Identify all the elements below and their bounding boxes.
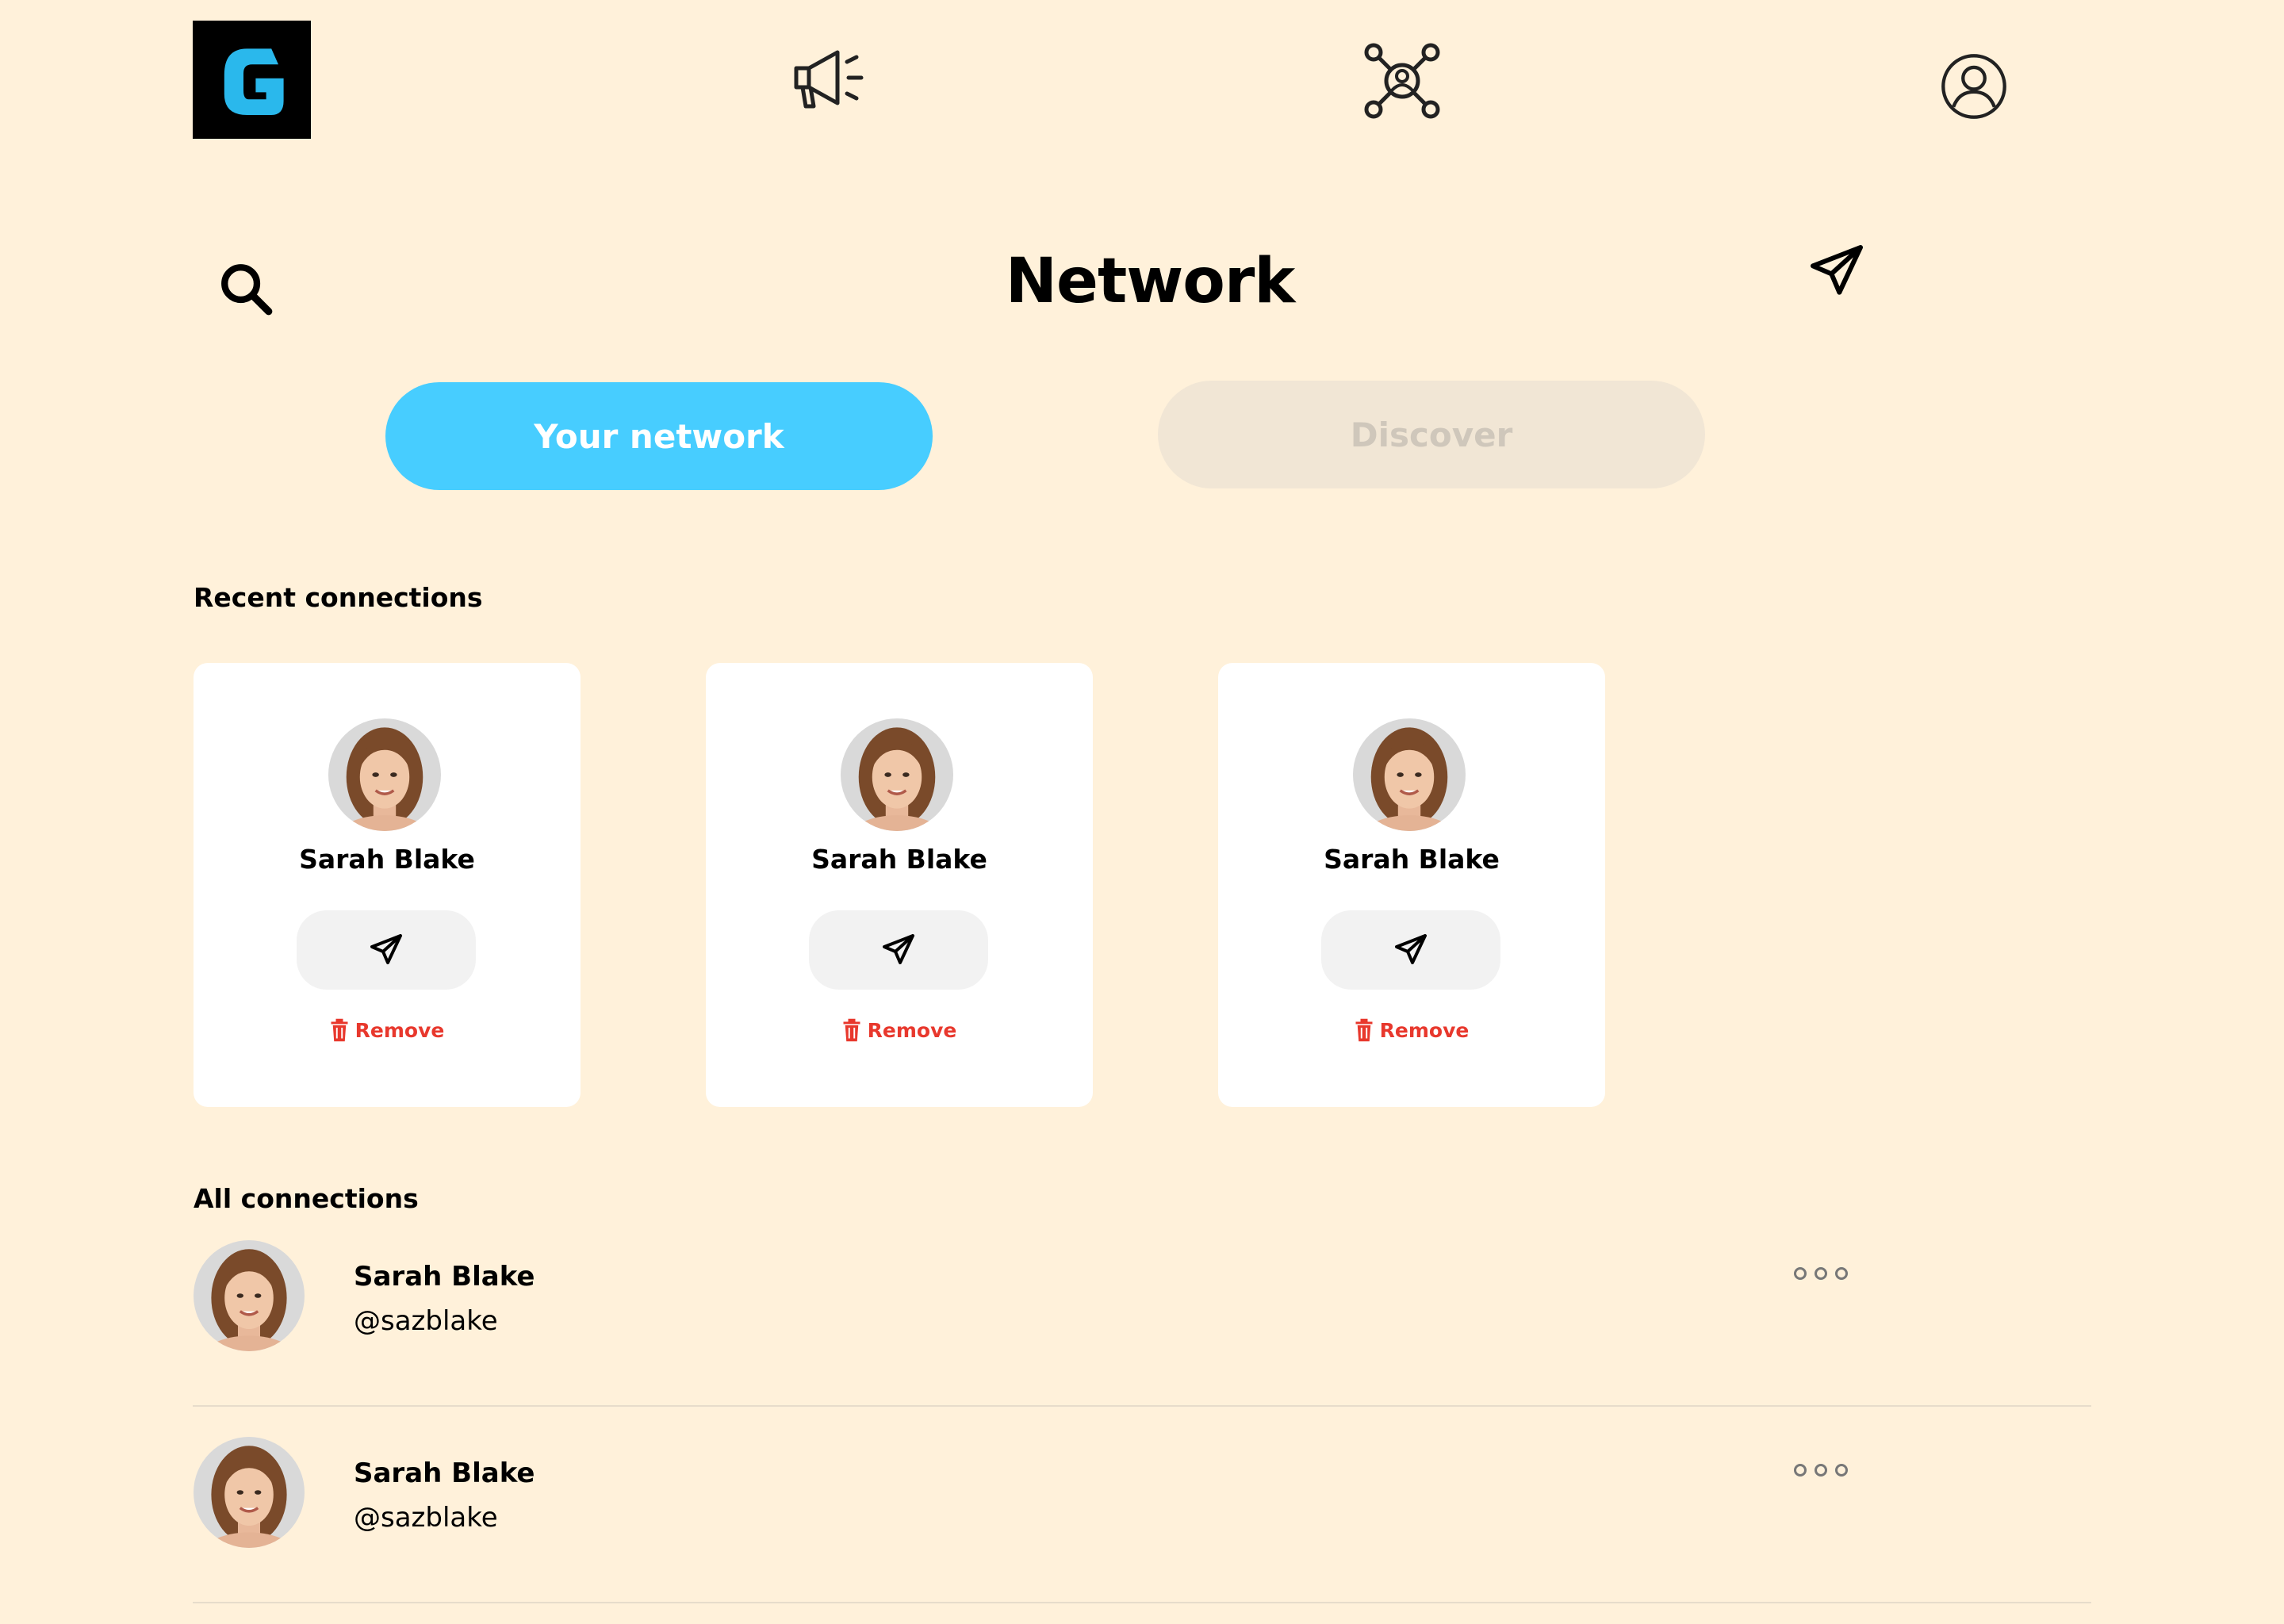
more-options-button[interactable]: [1794, 1267, 1848, 1280]
paper-plane-icon: [1392, 931, 1430, 969]
page-title: Network: [1005, 246, 1295, 317]
connection-card: Sarah Blake Remove: [706, 663, 1093, 1107]
dot-icon: [1794, 1464, 1807, 1477]
messages-button[interactable]: [1805, 239, 1868, 306]
all-connections-title: All connections: [194, 1183, 419, 1214]
search-button[interactable]: [217, 260, 276, 322]
megaphone-icon: [794, 50, 864, 109]
connection-card: Sarah Blake Remove: [194, 663, 581, 1107]
nav-item-network[interactable]: [1362, 41, 1442, 121]
connection-card: Sarah Blake Remove: [1218, 663, 1605, 1107]
logo-g-icon: [224, 48, 284, 115]
send-message-button[interactable]: [1321, 910, 1500, 990]
card-name: Sarah Blake: [299, 844, 475, 875]
avatar: [194, 1437, 305, 1548]
send-message-button[interactable]: [809, 910, 988, 990]
app-logo[interactable]: G: [193, 21, 311, 139]
row-handle: @sazblake: [354, 1305, 498, 1337]
recent-connections-title: Recent connections: [194, 582, 483, 613]
divider: [193, 1405, 2091, 1407]
remove-label: Remove: [867, 1018, 957, 1042]
dot-icon: [1815, 1464, 1827, 1477]
dot-icon: [1835, 1267, 1848, 1280]
trash-icon: [1355, 1018, 1374, 1042]
divider: [193, 1602, 2091, 1603]
avatar: [841, 718, 953, 831]
row-handle: @sazblake: [354, 1502, 498, 1534]
dot-icon: [1835, 1464, 1848, 1477]
tab-discover[interactable]: Discover: [1158, 381, 1705, 488]
avatar: [1353, 718, 1466, 831]
tab-your-network[interactable]: Your network: [385, 382, 933, 490]
paper-plane-icon: [879, 931, 918, 969]
search-icon: [221, 264, 273, 316]
row-name: Sarah Blake: [354, 1261, 535, 1293]
card-name: Sarah Blake: [811, 844, 987, 875]
remove-button[interactable]: Remove: [194, 1018, 581, 1042]
nav-item-profile[interactable]: [1940, 52, 2008, 121]
more-options-button[interactable]: [1794, 1464, 1848, 1477]
paper-plane-icon: [1811, 245, 1863, 295]
remove-button[interactable]: Remove: [706, 1018, 1093, 1042]
paper-plane-icon: [367, 931, 405, 969]
profile-icon: [1941, 54, 2006, 119]
remove-button[interactable]: Remove: [1218, 1018, 1605, 1042]
avatar: [328, 718, 441, 831]
dot-icon: [1794, 1267, 1807, 1280]
remove-label: Remove: [1379, 1018, 1470, 1042]
card-name: Sarah Blake: [1324, 844, 1500, 875]
avatar: [194, 1240, 305, 1351]
row-name: Sarah Blake: [354, 1457, 535, 1489]
remove-label: Remove: [354, 1018, 445, 1042]
network-icon: [1364, 43, 1440, 119]
trash-icon: [330, 1018, 349, 1042]
send-message-button[interactable]: [297, 910, 476, 990]
trash-icon: [842, 1018, 861, 1042]
dot-icon: [1815, 1267, 1827, 1280]
nav-item-announcements[interactable]: [790, 43, 869, 116]
